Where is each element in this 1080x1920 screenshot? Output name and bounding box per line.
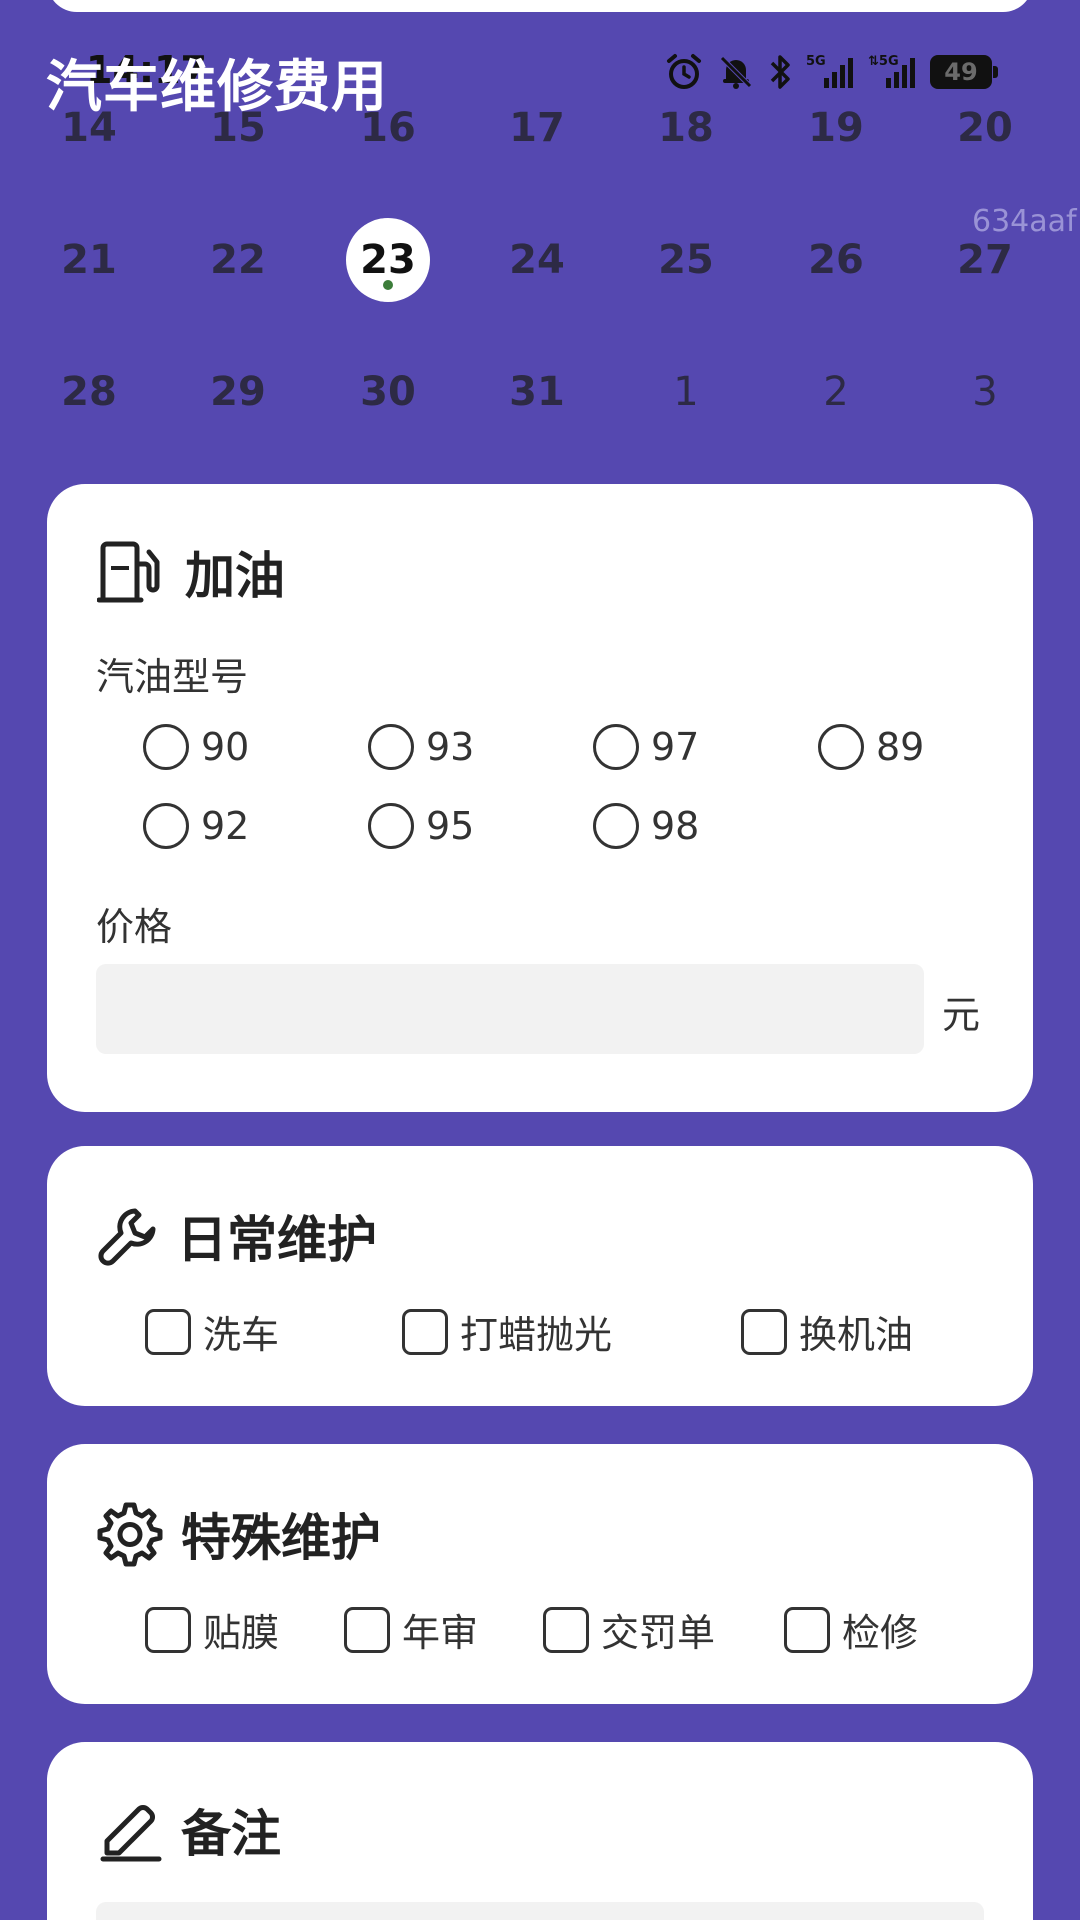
fuel-grade-label-text: 92 (201, 804, 250, 848)
special-card-title: 特殊维护 (181, 1509, 381, 1567)
price-unit: 元 (942, 993, 981, 1037)
daily-card-title: 日常维护 (177, 1211, 377, 1269)
special-option[interactable]: 年审 (344, 1602, 478, 1657)
special-option-label: 贴膜 (203, 1611, 280, 1655)
calendar-row-2: 21 22 23 24 25 26 27 (0, 218, 1080, 302)
special-option-label: 年审 (402, 1611, 479, 1655)
fuel-grade-option[interactable]: 93 (368, 724, 474, 770)
fuel-pump-icon (97, 541, 160, 603)
calendar-row-3: 28 29 30 31 1 2 3 (0, 350, 1080, 430)
daily-maintenance-card: 日常维护 洗车 打蜡抛光 换机油 (47, 1146, 1033, 1406)
calendar-day[interactable]: 30 (346, 350, 430, 434)
calendar-day-next-month[interactable]: 1 (644, 350, 728, 434)
calendar-day[interactable]: 17 (495, 86, 579, 170)
special-option-label: 交罚单 (601, 1611, 716, 1655)
checkbox[interactable] (543, 1606, 589, 1653)
previous-card-edge (47, 0, 1033, 12)
calendar-day[interactable]: 26 (794, 218, 878, 302)
fuel-grade-label-text: 93 (426, 725, 475, 769)
checkbox[interactable] (741, 1308, 787, 1355)
battery-icon: 49 (930, 55, 998, 89)
calendar-day[interactable]: 25 (644, 218, 728, 302)
checkbox[interactable] (145, 1606, 191, 1653)
bluetooth-icon (770, 55, 790, 89)
checkbox[interactable] (784, 1606, 830, 1653)
notes-card-header: 备注 (97, 1794, 281, 1866)
daily-option[interactable]: 洗车 (145, 1304, 279, 1359)
screen: 14 15 16 17 18 19 20 21 22 23 24 25 26 2… (0, 0, 1080, 1920)
svg-text:⇅5G: ⇅5G (868, 54, 899, 69)
price-label: 价格 (96, 905, 173, 949)
signal-5g-icon: 5G (806, 54, 853, 88)
calendar-day[interactable]: 20 (943, 86, 1027, 170)
calendar-day-number: 23 (360, 237, 416, 283)
fuel-grade-label-text: 95 (426, 804, 475, 848)
daily-option[interactable]: 换机油 (741, 1304, 913, 1359)
daily-option-label: 洗车 (203, 1313, 280, 1357)
notes-card: 备注 (47, 1742, 1033, 1920)
alarm-icon (667, 54, 701, 89)
calendar-day[interactable]: 24 (495, 218, 579, 302)
radio-button[interactable] (143, 803, 189, 849)
radio-button[interactable] (368, 803, 414, 849)
calendar-day[interactable]: 28 (47, 350, 131, 434)
fuel-grade-option[interactable]: 92 (143, 803, 249, 849)
calendar-day[interactable]: 22 (196, 218, 280, 302)
radio-button[interactable] (593, 724, 639, 770)
fuel-grade-label: 汽油型号 (96, 655, 249, 699)
signal-5g-icon-2: ⇅5G (868, 54, 915, 88)
fuel-card-title: 加油 (185, 547, 285, 605)
gear-icon (97, 1502, 163, 1567)
calendar-day[interactable]: 29 (196, 350, 280, 434)
special-option[interactable]: 检修 (784, 1602, 918, 1657)
radio-button[interactable] (593, 803, 639, 849)
pencil-icon (100, 1805, 162, 1862)
bell-off-icon (720, 56, 752, 89)
status-icons: 5G ⇅5G 49 (664, 52, 998, 92)
daily-option-label: 换机油 (799, 1313, 914, 1357)
svg-text:5G: 5G (806, 54, 826, 69)
fuel-grade-option[interactable]: 98 (593, 803, 699, 849)
price-input[interactable] (96, 964, 924, 1054)
calendar-day[interactable]: 21 (47, 218, 131, 302)
fuel-grade-label-text: 89 (876, 725, 925, 769)
calendar-day[interactable]: 18 (644, 86, 728, 170)
fuel-grade-option[interactable]: 89 (818, 724, 924, 770)
special-option-label: 检修 (842, 1611, 919, 1655)
calendar-day[interactable]: 31 (495, 350, 579, 434)
fuel-card: 加油 汽油型号 90 93 97 89 92 95 98 价格 元 (47, 484, 1033, 1112)
fuel-grade-option[interactable]: 97 (593, 724, 699, 770)
fuel-grade-option[interactable]: 95 (368, 803, 474, 849)
checkbox[interactable] (402, 1308, 448, 1355)
fuel-grade-label-text: 90 (201, 725, 250, 769)
calendar-day-selected[interactable]: 23 (346, 218, 430, 302)
calendar-day-next-month[interactable]: 2 (794, 350, 878, 434)
radio-button[interactable] (143, 724, 189, 770)
radio-button[interactable] (368, 724, 414, 770)
checkbox[interactable] (344, 1606, 390, 1653)
special-card-header: 特殊维护 (97, 1498, 381, 1570)
calendar-day-next-month[interactable]: 3 (943, 350, 1027, 434)
special-maintenance-card: 特殊维护 贴膜 年审 交罚单 检修 (47, 1444, 1033, 1704)
radio-button[interactable] (818, 724, 864, 770)
event-dot (383, 280, 393, 290)
daily-option-label: 打蜡抛光 (460, 1313, 613, 1357)
daily-card-header: 日常维护 (97, 1200, 377, 1272)
fuel-grade-option[interactable]: 90 (143, 724, 249, 770)
fuel-grade-label-text: 98 (651, 804, 700, 848)
calendar-day[interactable]: 19 (794, 86, 878, 170)
fuel-grade-label-text: 97 (651, 725, 700, 769)
watermark-text: 634aaf (972, 204, 1077, 239)
app-title: 汽车维修费用 (46, 55, 388, 120)
notes-input[interactable] (96, 1902, 984, 1920)
special-option[interactable]: 交罚单 (543, 1602, 715, 1657)
fuel-card-header: 加油 (97, 536, 285, 608)
checkbox[interactable] (145, 1308, 191, 1355)
special-option[interactable]: 贴膜 (145, 1602, 279, 1657)
daily-option[interactable]: 打蜡抛光 (402, 1304, 612, 1359)
notes-card-title: 备注 (181, 1805, 281, 1863)
wrench-icon (98, 1208, 156, 1266)
